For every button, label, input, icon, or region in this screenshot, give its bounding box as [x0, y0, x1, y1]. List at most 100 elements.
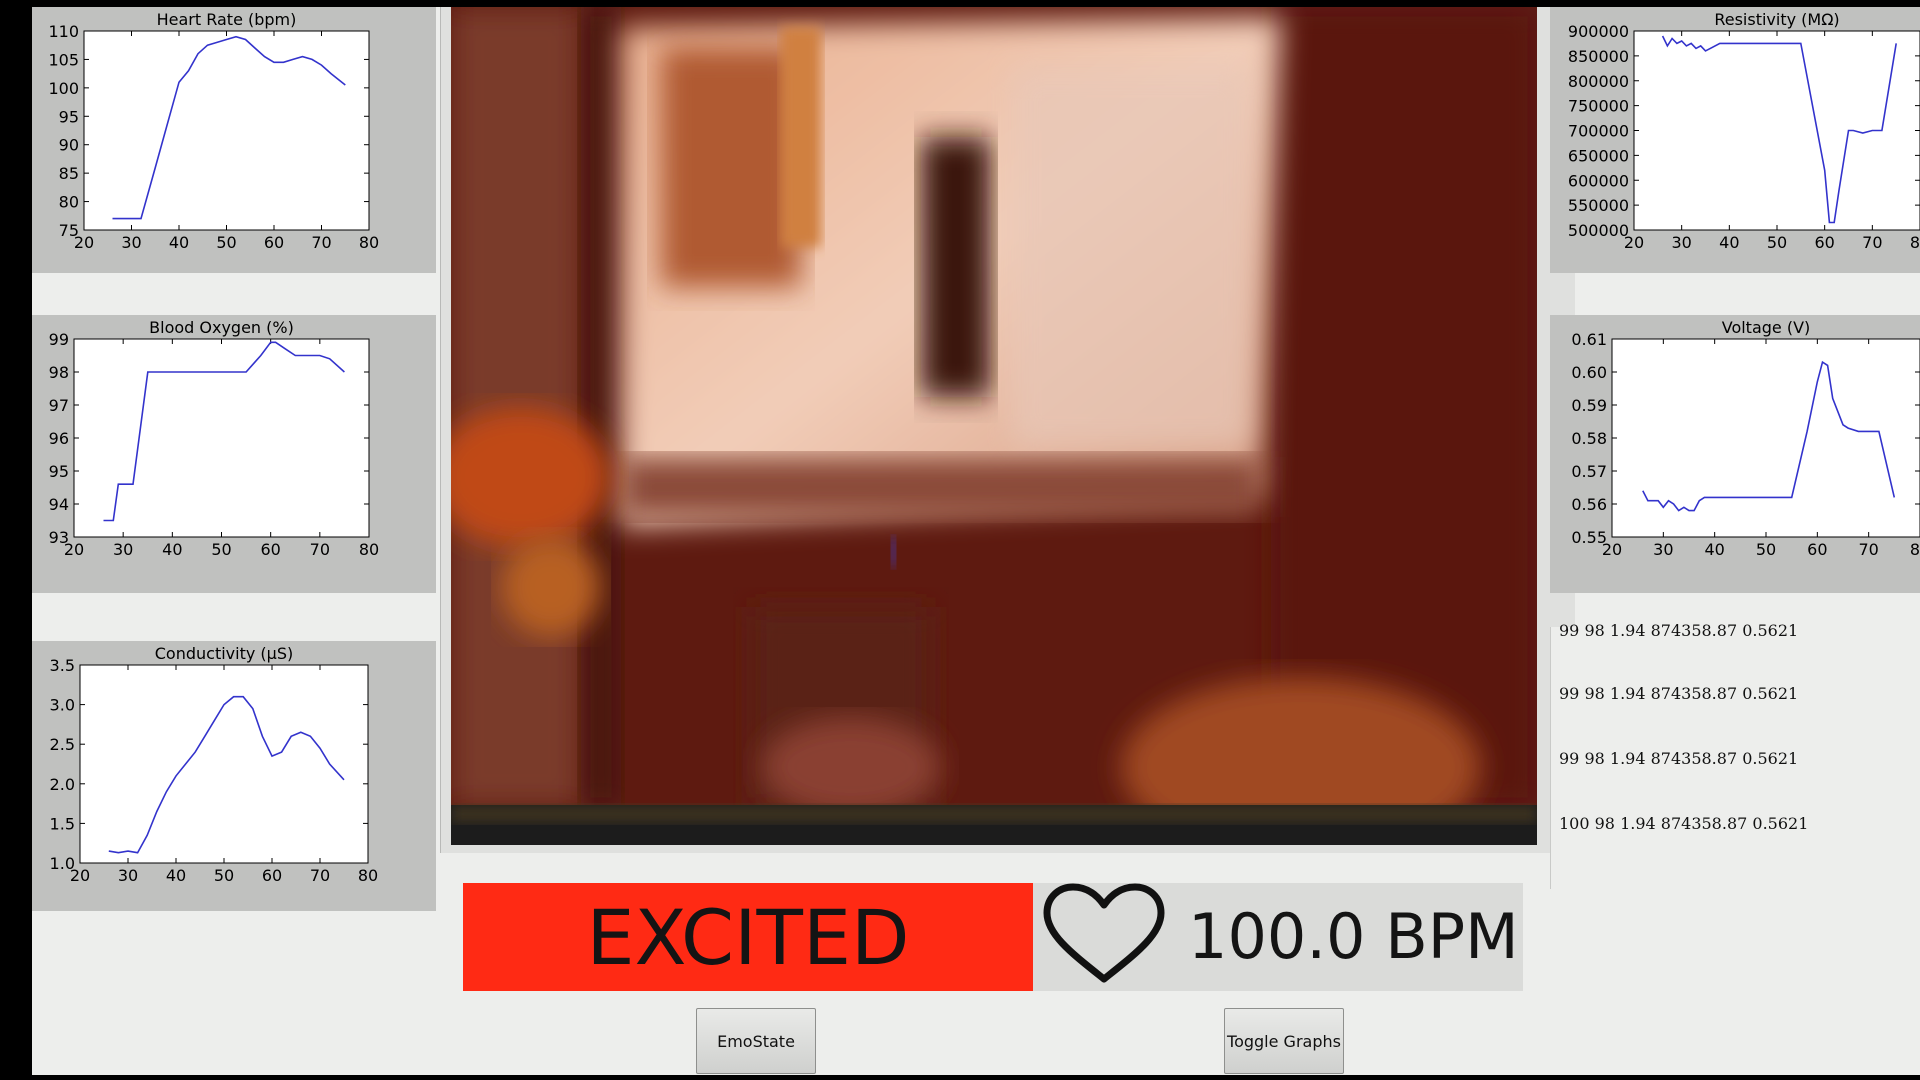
y-tick-label: 80 — [59, 193, 79, 212]
y-tick-label: 95 — [59, 107, 79, 126]
x-tick-label: 30 — [118, 866, 138, 885]
y-tick-label: 98 — [49, 363, 69, 382]
y-tick-label: 900000 — [1568, 22, 1629, 41]
x-tick-label: 80 — [358, 866, 378, 885]
x-tick-label: 80 — [1910, 540, 1920, 559]
heart-rate-chart-panel: Heart Rate (bpm) 20 30 40 50 60 70 80 75 80 85 90 95… — [32, 7, 436, 273]
y-tick-label: 110 — [48, 22, 79, 41]
chart-title: Resistivity (MΩ) — [1714, 10, 1839, 29]
x-tick-label: 30 — [121, 233, 141, 252]
y-tick-label: 100 — [48, 79, 79, 98]
y-tick-label: 1.0 — [50, 854, 75, 873]
heart-rate-display: 100.0 BPM — [1033, 883, 1523, 991]
x-tick-label: 70 — [311, 233, 331, 252]
y-tick-label: 90 — [59, 136, 79, 155]
x-tick-label: 70 — [310, 540, 330, 559]
emostate-button[interactable]: EmoState — [696, 1008, 816, 1074]
x-tick-label: 40 — [162, 540, 182, 559]
y-tick-label: 550000 — [1568, 196, 1629, 215]
x-tick-label: 30 — [1671, 233, 1691, 252]
chart-title: Voltage (V) — [1722, 318, 1811, 337]
voltage-chart: Voltage (V)203040506070800.550.560.570.5… — [1571, 318, 1920, 559]
x-tick-label: 50 — [216, 233, 236, 252]
y-tick-label: 105 — [48, 50, 79, 69]
y-tick-label: 99 — [49, 330, 69, 349]
y-tick-label: 0.59 — [1571, 396, 1607, 415]
x-tick-label: 60 — [260, 540, 280, 559]
camera-feed-image — [451, 7, 1537, 845]
resistivity-chart-panel: Resistivity (MΩ)203040506070805000005500… — [1550, 7, 1920, 273]
y-tick-label: 2.0 — [50, 775, 75, 794]
blood-oxygen-chart-panel: Blood Oxygen (%) 20 30 40 50 60 70 80 93 94 95 96 97… — [32, 315, 436, 593]
plot-area — [79, 664, 369, 864]
y-tick-label: 3.5 — [50, 656, 75, 675]
y-tick-label: 0.57 — [1571, 462, 1607, 481]
y-tick-label: 600000 — [1568, 171, 1629, 190]
plot-area — [83, 30, 370, 231]
x-tick-label: 60 — [1807, 540, 1827, 559]
y-tick-label: 0.61 — [1571, 330, 1607, 349]
log-line: 99 98 1.94 874358.87 0.5621 — [1559, 684, 1799, 703]
log-line: 99 98 1.94 874358.87 0.5621 — [1559, 621, 1799, 640]
y-tick-label: 3.0 — [50, 696, 75, 715]
y-tick-label: 97 — [49, 396, 69, 415]
x-tick-label: 40 — [1704, 540, 1724, 559]
bpm-value: 100.0 BPM — [1188, 900, 1519, 973]
y-tick-label: 1.5 — [50, 814, 75, 833]
plot-area — [73, 338, 370, 538]
x-tick-label: 70 — [310, 866, 330, 885]
x-tick-label: 40 — [1719, 233, 1739, 252]
log-line: 99 98 1.94 874358.87 0.5621 — [1559, 749, 1799, 768]
heart-outline-icon — [1043, 883, 1165, 983]
x-tick-label: 80 — [359, 540, 379, 559]
camera-feed — [451, 7, 1537, 845]
y-tick-label: 500000 — [1568, 221, 1629, 240]
x-tick-label: 40 — [166, 866, 186, 885]
y-tick-label: 750000 — [1568, 97, 1629, 116]
x-tick-label: 60 — [262, 866, 282, 885]
conductivity-chart: Conductivity (µS)20 30 40 50 60 70 801.01.52.0… — [50, 644, 379, 885]
sensor-log: 99 98 1.94 874358.87 0.5621 99 98 1.94 8… — [1550, 621, 1920, 889]
y-tick-label: 2.5 — [50, 735, 75, 754]
x-tick-label: 70 — [1858, 540, 1878, 559]
y-tick-label: 650000 — [1568, 146, 1629, 165]
toggle-graphs-button[interactable]: Toggle Graphs — [1224, 1008, 1344, 1074]
y-tick-label: 85 — [59, 164, 79, 183]
voltage-chart-panel: Voltage (V)203040506070800.550.560.570.5… — [1550, 315, 1920, 593]
heart-rate-chart: Heart Rate (bpm)20 30 40 50 60 70 807580859095… — [48, 10, 379, 252]
resistivity-chart: Resistivity (MΩ)203040506070805000005500… — [1568, 10, 1920, 252]
x-tick-label: 50 — [1767, 233, 1787, 252]
y-tick-label: 0.55 — [1571, 528, 1607, 547]
x-tick-label: 40 — [169, 233, 189, 252]
conductivity-chart-panel: Conductivity (µS) 20 30 40 50 60 70 80 1.0 1.5 2.0… — [32, 641, 436, 911]
y-tick-label: 0.58 — [1571, 429, 1607, 448]
x-tick-label: 60 — [264, 233, 284, 252]
log-line: 100 98 1.94 874358.87 0.5621 — [1559, 814, 1809, 833]
emotion-state-label: EXCITED — [463, 883, 1033, 991]
x-tick-label: 80 — [1910, 233, 1920, 252]
x-tick-label: 30 — [113, 540, 133, 559]
x-tick-label: 50 — [211, 540, 231, 559]
x-tick-label: 50 — [214, 866, 234, 885]
y-tick-label: 0.56 — [1571, 495, 1607, 514]
chart-title: Conductivity (µS) — [155, 644, 293, 663]
y-tick-label: 96 — [49, 429, 69, 448]
chart-title: Blood Oxygen (%) — [149, 318, 294, 337]
y-tick-label: 0.60 — [1571, 363, 1607, 382]
blood-oxygen-chart: Blood Oxygen (%)20 30 40 50 60 70 809394959697… — [49, 318, 380, 559]
x-tick-label: 80 — [359, 233, 379, 252]
app-window: Heart Rate (bpm) 20 30 40 50 60 70 80 75 80 85 90 95… — [32, 7, 1920, 1075]
x-tick-label: 30 — [1653, 540, 1673, 559]
y-tick-label: 94 — [49, 495, 69, 514]
x-tick-label: 70 — [1862, 233, 1882, 252]
plot-area — [1611, 338, 1920, 538]
x-tick-label: 50 — [1756, 540, 1776, 559]
y-tick-label: 850000 — [1568, 47, 1629, 66]
y-tick-label: 93 — [49, 528, 69, 547]
video-feed-panel — [440, 7, 1575, 853]
chart-title: Heart Rate (bpm) — [157, 10, 297, 29]
y-tick-label: 75 — [59, 221, 79, 240]
y-tick-label: 700000 — [1568, 122, 1629, 141]
y-tick-label: 800000 — [1568, 72, 1629, 91]
x-tick-label: 60 — [1814, 233, 1834, 252]
